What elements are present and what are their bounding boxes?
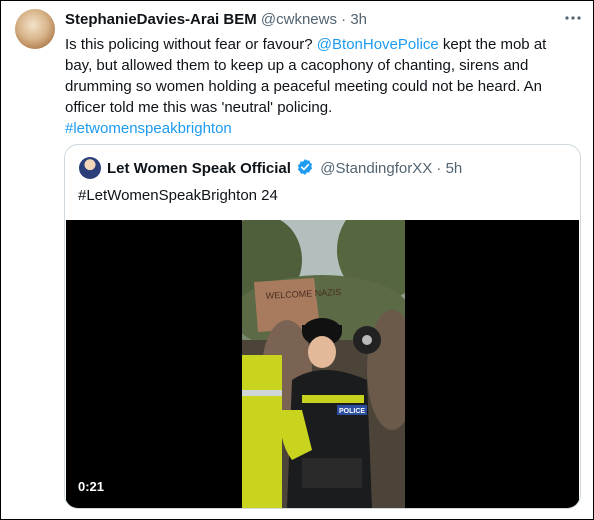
- tweet-time[interactable]: 3h: [350, 11, 367, 28]
- more-options-icon[interactable]: [561, 9, 585, 29]
- quoted-tweet-header: Let Women Speak Official @StandingforXX …: [107, 158, 462, 182]
- author-handle[interactable]: @cwknews: [261, 11, 337, 28]
- quoted-author-avatar[interactable]: [79, 157, 101, 179]
- tweet-text-part: Is this policing without fear or favour?: [65, 36, 317, 53]
- tweet-text: Is this policing without fear or favour?…: [65, 34, 577, 139]
- hashtag-link[interactable]: #letwomenspeakbrighton: [65, 120, 232, 137]
- quoted-tweet-time[interactable]: 5h: [446, 160, 463, 177]
- quoted-author-handle[interactable]: @StandingforXX: [320, 160, 432, 177]
- video-duration: 0:21: [78, 479, 105, 494]
- author-avatar[interactable]: [15, 9, 55, 49]
- quoted-tweet[interactable]: Let Women Speak Official @StandingforXX …: [64, 144, 581, 509]
- separator-dot: ·: [341, 11, 347, 28]
- verified-badge-icon: [296, 158, 314, 182]
- tweet-header: StephanieDavies-Arai BEM @cwknews · 3h: [65, 10, 367, 30]
- mention-link[interactable]: @BtonHovePolice: [317, 36, 439, 53]
- quoted-tweet-text: #LetWomenSpeakBrighton 24: [78, 187, 278, 204]
- tweet-card[interactable]: StephanieDavies-Arai BEM @cwknews · 3h I…: [0, 0, 594, 520]
- author-name[interactable]: StephanieDavies-Arai BEM: [65, 11, 257, 28]
- video-player[interactable]: WELCOME NAZIS POLICE 0:21: [66, 220, 579, 508]
- police-label: POLICE: [339, 408, 365, 415]
- quoted-author-name[interactable]: Let Women Speak Official: [107, 160, 291, 177]
- separator-dot: ·: [436, 160, 442, 177]
- video-thumbnail: WELCOME NAZIS POLICE: [242, 220, 405, 508]
